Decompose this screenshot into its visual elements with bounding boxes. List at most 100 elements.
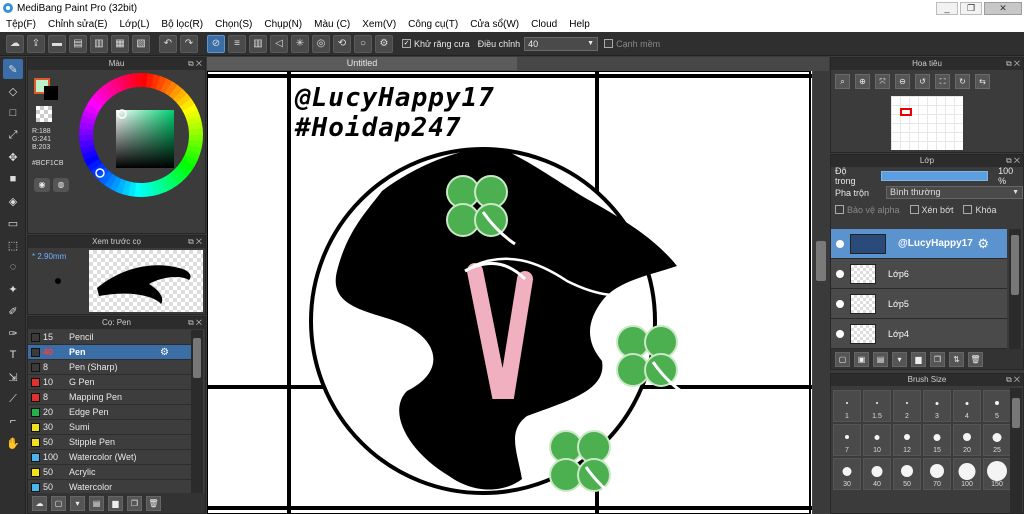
rotate-left-icon[interactable]: ↺ [915,74,930,89]
brush-list-item[interactable]: 50 Watercolor [28,480,191,493]
opacity-slider[interactable] [880,170,989,181]
actual-size-icon[interactable]: ⤧ [875,74,890,89]
layer-item[interactable]: @LucyHappy17 ⚙ [831,229,1007,259]
layout-icon[interactable]: ▧ [132,34,150,53]
antialias-checkbox[interactable]: ✓ [402,39,411,48]
panel-window-icons[interactable]: ⧉ ✕ [188,317,202,329]
canvas-scroll-thumb[interactable] [816,241,826,281]
brush-size-option[interactable]: 50 [893,458,921,490]
snap-off-icon[interactable]: ⊘ [207,34,225,53]
close-button[interactable]: ✕ [984,1,1022,15]
fill-rect-tool-icon[interactable]: ■ [3,169,23,189]
background-color-swatch[interactable] [44,86,58,100]
rotate-right-icon[interactable]: ↻ [955,74,970,89]
brush-size-option[interactable]: 150 [983,458,1011,490]
brush-list-item[interactable]: 8 Pen (Sharp) [28,360,191,375]
brush-size-option[interactable]: 1 [833,390,861,422]
cloud-brush-icon[interactable]: ☁ [32,495,47,511]
panel-window-icons[interactable]: ⧉ ✕ [1006,58,1020,70]
bucket-tool-icon[interactable]: ◈ [3,191,23,211]
brush-list-item[interactable]: 20 Edge Pen [28,405,191,420]
redo-icon[interactable]: ↷ [180,34,198,53]
brush-list-item[interactable]: 30 Sumi [28,420,191,435]
visibility-eye-icon[interactable] [836,299,844,308]
brush-type-icon[interactable]: ▾ [70,495,85,511]
brush-list-item[interactable]: 8 Mapping Pen [28,390,191,405]
flip-icon[interactable]: ⇆ [975,74,990,89]
comment-icon[interactable]: ▬ [48,34,66,53]
eyedropper-tool-icon[interactable]: ⌐ [3,411,23,431]
panel-window-icons[interactable]: ⧉ ✕ [1006,374,1020,386]
brush-size-option[interactable]: 4 [953,390,981,422]
radial-snap-icon[interactable]: ✳ [291,34,309,53]
folder-icon[interactable]: ▆ [108,495,123,511]
clipping-option[interactable]: Xén bớt [909,205,953,215]
transparent-color-swatch[interactable] [36,106,52,122]
palette-icon[interactable]: ◉ [34,178,50,192]
new-brush-icon[interactable]: ▢ [51,495,66,511]
menu-item-8[interactable]: Công cụ(T) [402,19,464,30]
gear-icon[interactable]: ⚙ [160,347,169,358]
antialias-toggle[interactable]: ✓ Khử răng cưa [402,39,470,49]
brush-size-scroll-thumb[interactable] [1012,398,1020,428]
new-layer-icon[interactable]: ▢ [835,351,850,367]
gradient-tool-icon[interactable]: ▭ [3,213,23,233]
menu-item-0[interactable]: Tệp(F) [0,19,42,30]
fit-window-icon[interactable]: ⛶ [935,74,950,89]
view-region-marker[interactable] [900,108,912,116]
new-halftone-icon[interactable]: ▤ [873,351,888,367]
brush-size-option[interactable]: 15 [923,424,951,456]
brush-size-option[interactable]: 40 [863,458,891,490]
zoom-fit-icon[interactable]: ⌕ [835,74,850,89]
hand-tool-icon[interactable]: ✋ [3,433,23,453]
panel-window-icons[interactable]: ⧉ ✕ [188,236,202,248]
snap-settings-icon[interactable]: ⚙ [375,34,393,53]
brush-size-option[interactable]: 1.5 [863,390,891,422]
color-set-icon[interactable]: ◍ [53,178,69,192]
circle-snap-icon[interactable]: ○ [354,34,372,53]
brush-size-option[interactable]: 30 [833,458,861,490]
soft-edge-toggle[interactable]: Cạnh mềm [604,39,660,49]
brush-copy-icon[interactable]: ▤ [89,495,104,511]
protect-alpha-option[interactable]: Bảo vệ alpha [835,205,900,215]
layer-list-scrollbar[interactable] [1009,229,1021,349]
color-wheel[interactable] [78,72,204,198]
visibility-eye-icon[interactable] [836,269,844,278]
new-layer-copy-icon[interactable]: ▣ [854,351,869,367]
parallel-snap-icon[interactable]: ≡ [228,34,246,53]
document-tab[interactable]: Untitled [207,57,517,70]
menu-item-6[interactable]: Màu (C) [308,19,356,30]
brush-size-option[interactable]: 25 [983,424,1011,456]
trash-icon[interactable]: 🗑 [146,495,161,511]
brush-list-scroll-thumb[interactable] [193,338,201,378]
layer-item[interactable]: Lớp4 [831,319,1007,349]
new-file-icon[interactable]: ▤ [69,34,87,53]
gear-icon[interactable]: ⚙ [977,236,989,252]
brush-size-option[interactable]: 12 [893,424,921,456]
brush-list-item[interactable]: 100 Watercolor (Wet) [28,450,191,465]
grid-list-icon[interactable]: ▦ [111,34,129,53]
move-tool-icon[interactable]: ✥ [3,147,23,167]
menu-item-9[interactable]: Cửa sổ(W) [464,19,525,30]
drawing-canvas[interactable]: @LucyHappy17 #Hoidap247 [207,71,812,514]
menu-item-10[interactable]: Cloud [525,19,563,30]
canvas-scrollbar[interactable] [813,71,829,514]
text-tool-icon[interactable]: T [3,345,23,365]
brush-tool-icon[interactable]: ✎ [3,59,23,79]
brush-list-item[interactable]: 40 Pen ⚙ [28,345,191,360]
brush-size-option[interactable]: 100 [953,458,981,490]
concentric-snap-icon[interactable]: ◎ [312,34,330,53]
visibility-eye-icon[interactable] [836,239,844,248]
brush-size-option[interactable]: 70 [923,458,951,490]
restore-button[interactable]: ❐ [960,1,982,15]
magic-wand-icon[interactable]: ✦ [3,279,23,299]
brush-size-option[interactable]: 20 [953,424,981,456]
brush-size-option[interactable]: 10 [863,424,891,456]
operation-tool-icon[interactable]: ⇲ [3,367,23,387]
undo-icon[interactable]: ↶ [159,34,177,53]
brush-size-option[interactable]: 2 [893,390,921,422]
brush-size-option[interactable]: 7 [833,424,861,456]
select-eraser-icon[interactable]: ✑ [3,323,23,343]
brush-size-option[interactable]: 3 [923,390,951,422]
brush-list-item[interactable]: 50 Stipple Pen [28,435,191,450]
